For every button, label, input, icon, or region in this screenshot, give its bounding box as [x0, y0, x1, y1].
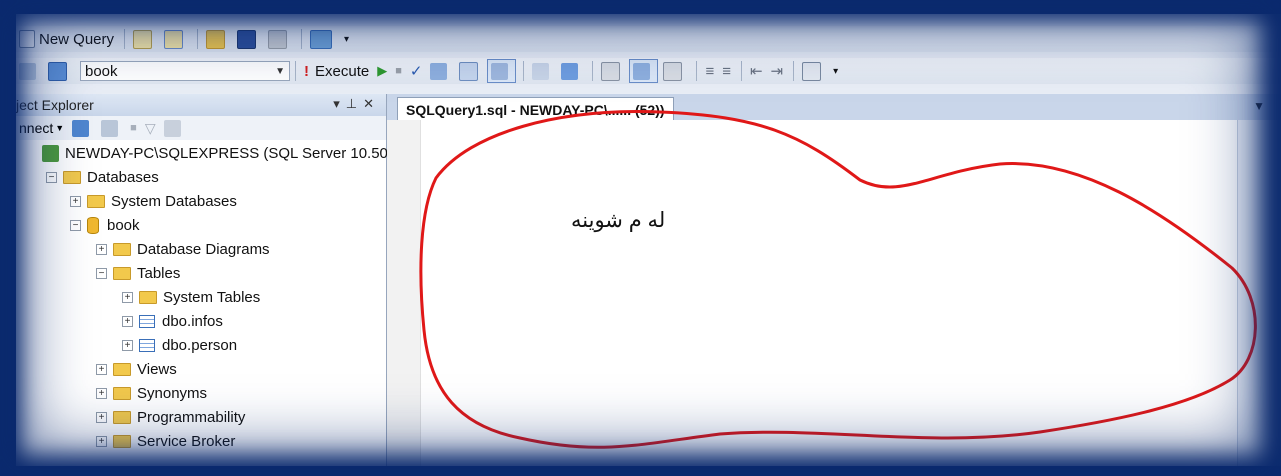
annotation-loop: [419, 110, 1257, 449]
screenshot-frame: New Query ▾ book ▼ ! Execute ▶ ■ ✓ ≡ ≡ ⇤…: [0, 0, 1281, 476]
red-annotation-circle: [419, 110, 1257, 449]
